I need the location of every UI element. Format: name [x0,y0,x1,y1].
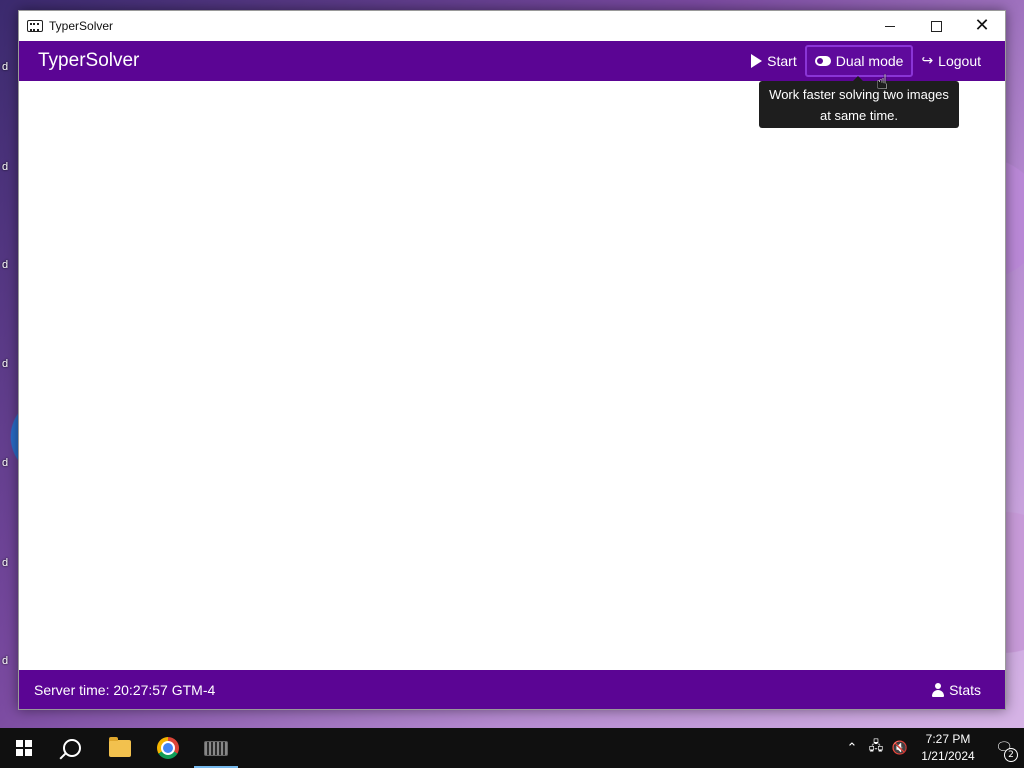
app-window: TyperSolver ✕ TyperSolver Start Dual mod… [18,10,1006,710]
start-menu-button[interactable] [0,728,48,768]
minimize-icon [885,25,895,27]
play-icon [751,54,763,68]
maximize-icon [930,20,942,32]
start-label: Start [767,53,797,69]
taskbar-typersolver[interactable] [192,728,240,768]
system-tray: ⌃ 🖧 🔇 7:27 PM 1/21/2024 🗨 2 [840,728,1024,768]
keyboard-icon [27,20,43,32]
desktop-shortcut[interactable]: d [2,60,18,74]
notifications-button[interactable]: 🗨 2 [984,740,1024,762]
desktop-shortcut[interactable]: d [2,556,18,570]
keyboard-icon [204,740,228,756]
chevron-up-icon[interactable]: ⌃ [840,741,864,756]
minimize-button[interactable] [867,11,913,41]
logout-icon: ↪ [921,53,934,69]
brand-title: TyperSolver [38,50,140,71]
start-button[interactable]: Start [743,45,805,77]
taskbar-search-button[interactable] [48,728,96,768]
user-icon [931,682,945,697]
window-controls: ✕ [867,11,1005,41]
close-button[interactable]: ✕ [959,11,1005,41]
volume-muted-icon[interactable]: 🔇 [888,741,912,756]
taskbar-clock[interactable]: 7:27 PM 1/21/2024 [912,731,984,765]
windows-icon [16,740,32,756]
chrome-icon [157,737,179,759]
network-icon[interactable]: 🖧 [864,737,888,759]
desktop-shortcut[interactable]: d [2,654,18,668]
hand-cursor-icon: ☝ [876,70,889,94]
desktop-shortcut[interactable]: d [2,160,18,174]
clock-time: 7:27 PM [925,732,971,746]
stats-label: Stats [949,681,981,698]
app-footer: Server time: 20:27:57 GTM-4 Stats [19,670,1005,709]
folder-icon [109,736,131,757]
close-icon: ✕ [974,15,990,36]
window-title: TyperSolver [49,19,114,33]
desktop-shortcut[interactable]: d [2,357,18,371]
taskbar-file-explorer[interactable] [96,728,144,768]
maximize-button[interactable] [913,11,959,41]
clock-date: 1/21/2024 [921,749,975,763]
desktop-shortcut[interactable]: d [2,456,18,470]
window-titlebar[interactable]: TyperSolver ✕ [19,11,1005,41]
dual-mode-label: Dual mode [835,53,904,69]
logout-button[interactable]: ↪ Logout [913,45,989,77]
notification-count: 2 [1004,748,1018,762]
tooltip-text: Work faster solving two images at same t… [769,86,949,123]
taskbar-chrome[interactable] [144,728,192,768]
main-content [19,81,1005,670]
search-icon [63,739,81,757]
header-nav: Start Dual mode ↪ Logout [743,41,989,81]
toggle-icon [814,56,831,66]
desktop-shortcut[interactable]: d [2,258,18,272]
dual-mode-button[interactable]: Dual mode [804,45,914,77]
dual-mode-tooltip: Work faster solving two images at same t… [759,76,959,128]
app-header: TyperSolver Start Dual mode ↪ Logout [19,41,1005,81]
taskbar: ⌃ 🖧 🔇 7:27 PM 1/21/2024 🗨 2 [0,728,1024,768]
server-time: Server time: 20:27:57 GTM-4 [34,681,216,698]
logout-label: Logout [938,53,981,69]
stats-button[interactable]: Stats [931,682,981,698]
